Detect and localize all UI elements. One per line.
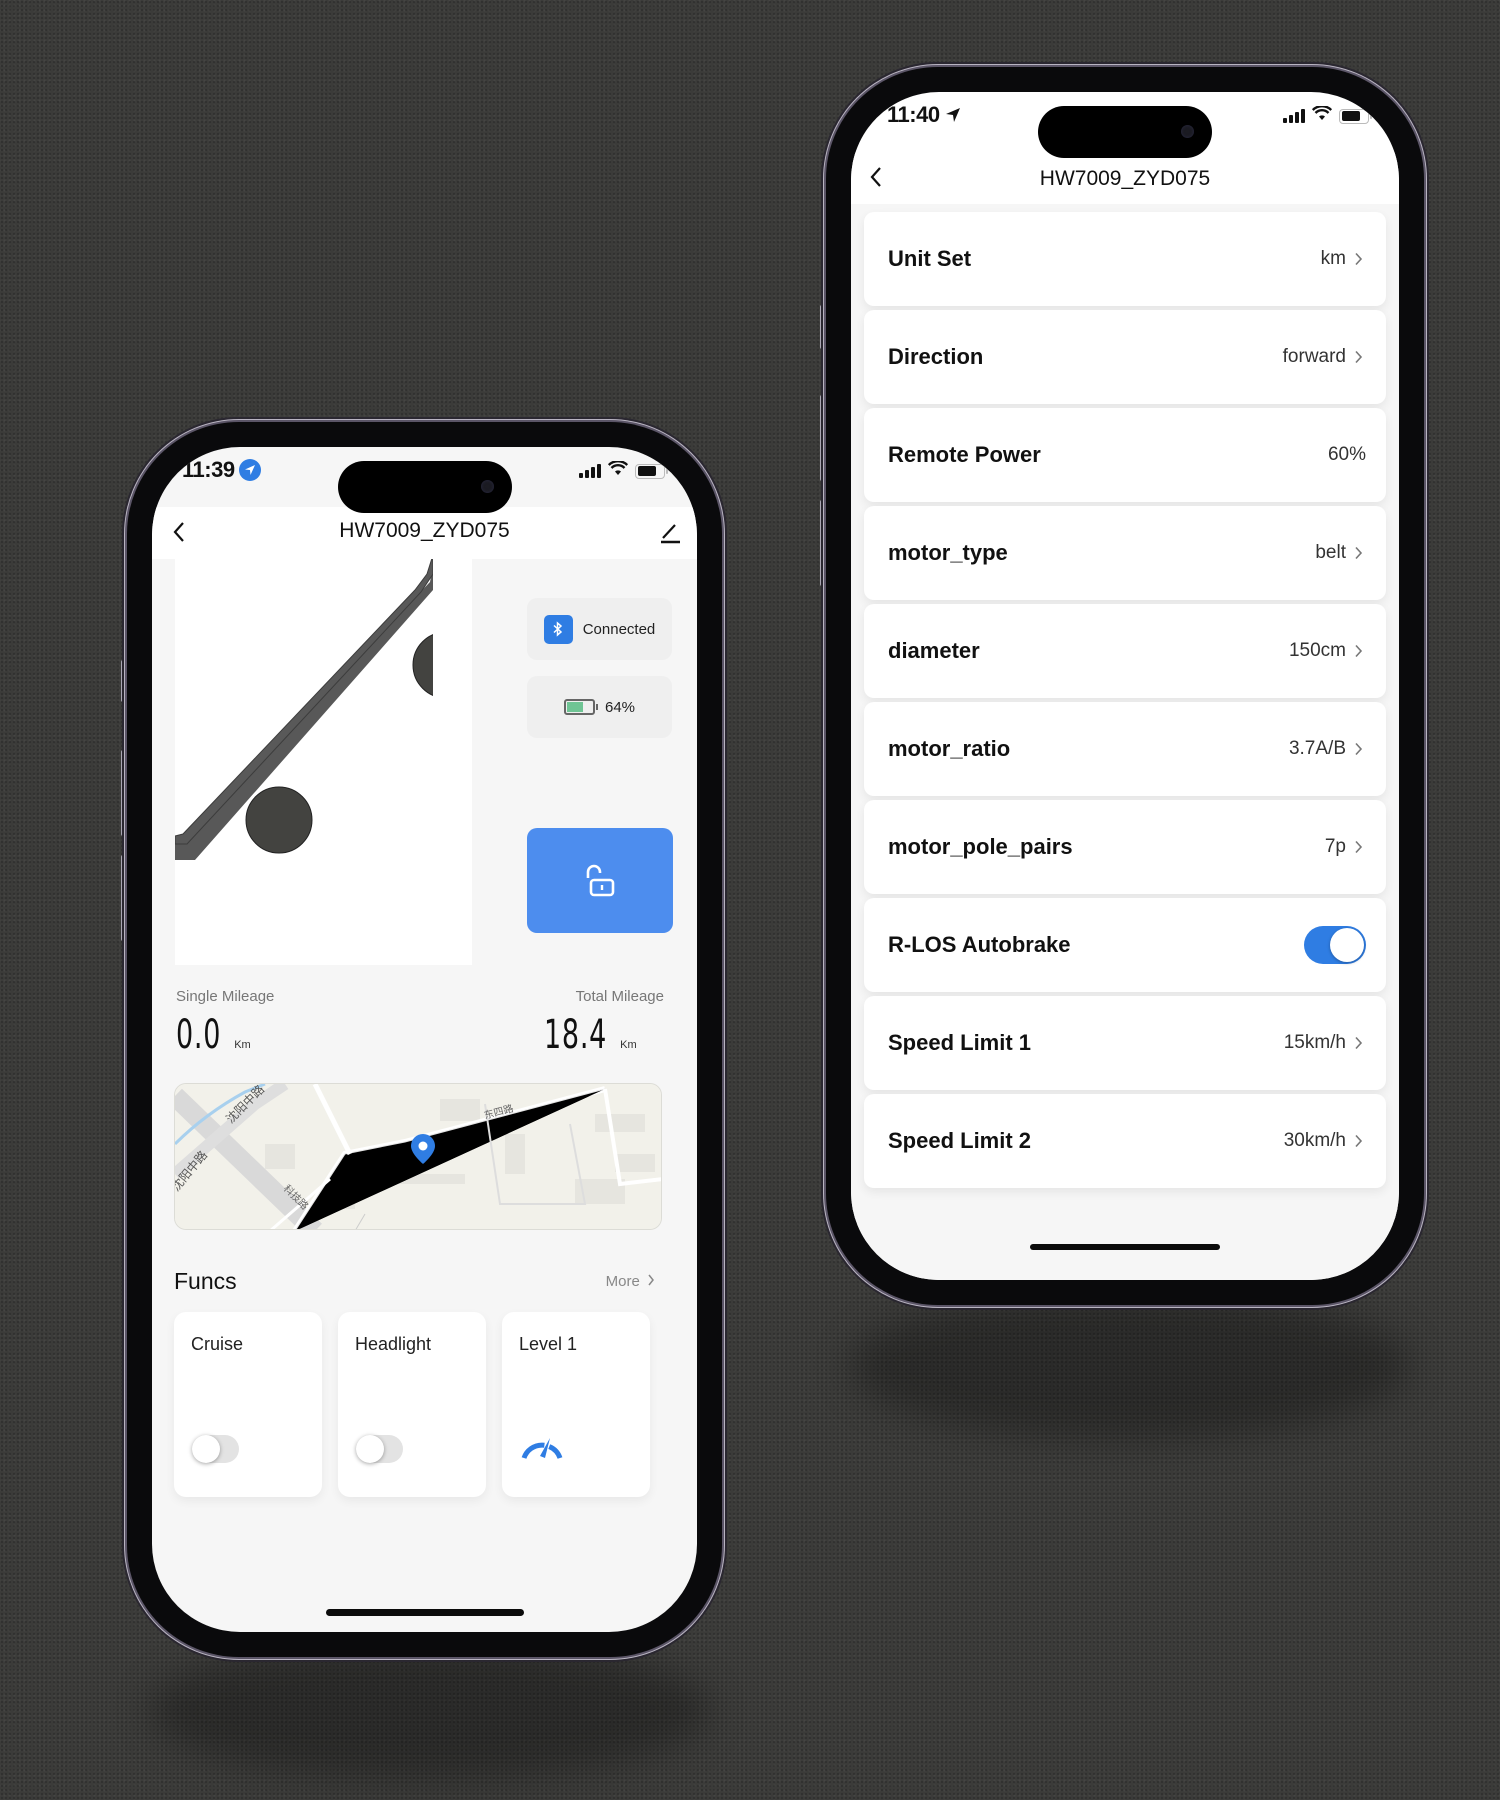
chevron-right-icon xyxy=(1354,1133,1366,1149)
battery-percent: 64% xyxy=(604,698,636,716)
settings-row-value: 150cm xyxy=(1288,640,1346,661)
right-phone-screen: 11:40 HW7009_ZYD075 Unit Set km Direction f… xyxy=(851,92,1399,1280)
nav-bar: HW7009_ZYD075 xyxy=(851,152,1399,204)
settings-row-label: Speed Limit 2 xyxy=(888,1128,1032,1153)
cruise-toggle[interactable] xyxy=(192,1435,239,1463)
chevron-right-icon xyxy=(1354,1035,1366,1051)
chevron-right-icon xyxy=(1354,545,1366,561)
edit-button[interactable] xyxy=(653,515,687,549)
single-mileage-value: 0.0 Km xyxy=(176,1012,251,1058)
more-link[interactable]: More xyxy=(606,1273,655,1290)
left-phone-action-button xyxy=(121,660,126,702)
settings-row[interactable]: motor_pole_pairs 7p xyxy=(864,800,1386,894)
left-phone-volume-up xyxy=(121,750,126,836)
unlock-icon xyxy=(586,864,615,896)
settings-row[interactable]: Speed Limit 1 15km/h xyxy=(864,996,1386,1090)
wifi-icon xyxy=(1311,105,1333,126)
settings-row-label: Unit Set xyxy=(888,246,972,271)
settings-row-label: Direction xyxy=(888,344,984,369)
settings-row-value: 60% xyxy=(1327,444,1366,465)
battery-icon xyxy=(563,699,598,715)
settings-row[interactable]: motor_type belt xyxy=(864,506,1386,600)
left-phone-screen: 11:39 HW7009_ZYD075 Connected 64% Single… xyxy=(152,447,697,1632)
settings-row-value: 15km/h xyxy=(1283,1032,1346,1053)
chevron-right-icon xyxy=(1354,349,1366,365)
settings-row-value: belt xyxy=(1315,542,1346,563)
dynamic-island xyxy=(337,461,512,513)
dynamic-island xyxy=(1038,106,1212,158)
status-battery-icon xyxy=(1339,108,1372,124)
func-card-level[interactable]: Level 1 xyxy=(502,1312,650,1497)
settings-row-value: 30km/h xyxy=(1283,1130,1346,1151)
status-battery-icon xyxy=(635,463,668,479)
connection-status-label: Connected xyxy=(582,620,656,638)
page-title: HW7009_ZYD075 xyxy=(1039,167,1211,190)
wifi-icon xyxy=(607,460,629,481)
func-card-label: Level 1 xyxy=(519,1334,578,1354)
autobrake-toggle[interactable] xyxy=(1304,926,1366,964)
func-card-cruise: Cruise xyxy=(174,1312,322,1497)
unlock-button[interactable] xyxy=(527,828,673,933)
right-phone-volume-up xyxy=(820,395,825,481)
status-time: 11:40 xyxy=(887,102,940,127)
settings-row-label: diameter xyxy=(888,638,980,663)
func-card-label: Cruise xyxy=(191,1334,244,1354)
settings-row-label: Speed Limit 1 xyxy=(888,1030,1032,1055)
right-phone-action-button xyxy=(820,305,825,349)
location-arrow-icon xyxy=(238,459,261,481)
chevron-right-icon xyxy=(1354,839,1366,855)
right-phone-shadow xyxy=(850,1290,1410,1440)
settings-row-label: R-LOS Autobrake xyxy=(888,932,1071,957)
func-card-headlight: Headlight xyxy=(338,1312,486,1497)
func-card-label: Headlight xyxy=(355,1334,432,1354)
settings-row-value: km xyxy=(1320,248,1346,269)
settings-row[interactable]: Direction forward xyxy=(864,310,1386,404)
right-phone-volume-down xyxy=(820,500,825,586)
settings-row-label: motor_type xyxy=(888,540,1008,565)
location-arrow-icon xyxy=(945,108,960,122)
chevron-right-icon xyxy=(1354,643,1366,659)
connection-status-card: Connected xyxy=(527,598,672,660)
left-phone-volume-down xyxy=(121,855,126,941)
skateboard-image xyxy=(174,552,480,965)
settings-row[interactable]: motor_ratio 3.7A/B xyxy=(864,702,1386,796)
battery-status-card: 64% xyxy=(527,676,672,738)
settings-row[interactable]: Remote Power 60% xyxy=(864,408,1386,502)
cellular-signal-icon xyxy=(579,464,601,478)
settings-row-value: 3.7A/B xyxy=(1288,738,1346,759)
funcs-title: Funcs xyxy=(174,1268,237,1294)
speedometer-icon xyxy=(521,1438,563,1459)
left-phone-shadow xyxy=(150,1640,710,1780)
settings-row-value: forward xyxy=(1282,346,1346,367)
home-indicator[interactable] xyxy=(1030,1244,1220,1250)
chevron-right-icon xyxy=(648,1274,654,1286)
headlight-toggle[interactable] xyxy=(356,1435,403,1463)
left-phone: 11:39 HW7009_ZYD075 Connected 64% Single… xyxy=(127,422,722,1657)
settings-row-value: 7p xyxy=(1324,836,1346,857)
location-map[interactable]: 沈阳中路 沈阳中路 科技路 东四路 xyxy=(174,1083,662,1230)
status-time: 11:39 xyxy=(182,457,235,482)
settings-row[interactable]: Speed Limit 2 30km/h xyxy=(864,1094,1386,1188)
right-phone: 11:40 HW7009_ZYD075 Unit Set km Direction f… xyxy=(826,67,1424,1305)
settings-row-label: motor_pole_pairs xyxy=(888,834,1073,859)
cellular-signal-icon xyxy=(1283,109,1305,123)
page-title: HW7009_ZYD075 xyxy=(339,519,510,542)
settings-row[interactable]: R-LOS Autobrake xyxy=(864,898,1386,992)
chevron-right-icon xyxy=(1354,741,1366,757)
pencil-icon xyxy=(661,524,680,544)
settings-row-label: motor_ratio xyxy=(888,736,1011,761)
home-indicator[interactable] xyxy=(325,1609,524,1616)
settings-row-label: Remote Power xyxy=(888,442,1041,467)
settings-row[interactable]: Unit Set km xyxy=(864,212,1386,306)
nav-bar: HW7009_ZYD075 xyxy=(152,507,697,559)
chevron-right-icon xyxy=(1354,251,1366,267)
settings-list: Unit Set km Direction forward Remote Power 60… xyxy=(851,204,1399,1280)
single-mileage-label: Single Mileage xyxy=(176,988,275,1005)
settings-row[interactable]: diameter 150cm xyxy=(864,604,1386,698)
total-mileage-value: 18.4 Km xyxy=(544,1012,637,1058)
bluetooth-icon xyxy=(543,614,573,644)
total-mileage-label: Total Mileage xyxy=(575,988,664,1005)
